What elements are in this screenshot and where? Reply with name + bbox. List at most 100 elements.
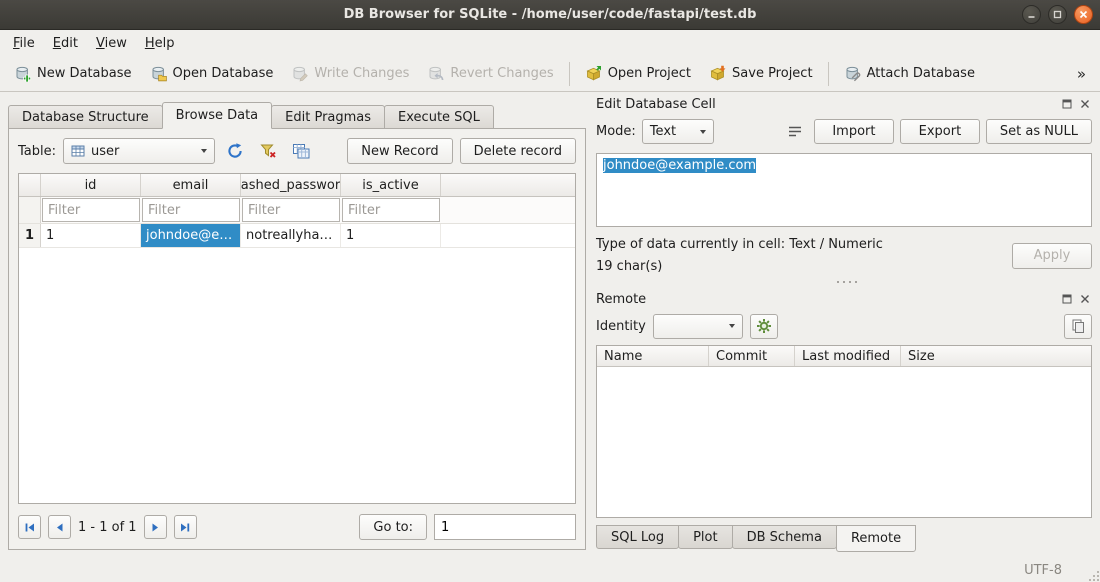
- table-selector[interactable]: user: [63, 138, 215, 164]
- cell-hashed-password[interactable]: notreallyha…: [241, 224, 341, 247]
- identity-row: Identity: [596, 311, 1092, 341]
- column-header-email[interactable]: email: [141, 174, 241, 196]
- text-lines-icon: [787, 124, 803, 140]
- dock-splitter[interactable]: [596, 274, 1092, 289]
- filter-input-hashed-password[interactable]: [242, 198, 340, 222]
- cell-is-active[interactable]: 1: [341, 224, 441, 247]
- clear-filters-button[interactable]: [255, 139, 281, 163]
- cell-editor[interactable]: johndoe@example.com: [596, 153, 1092, 227]
- menu-view-accel: V: [96, 36, 105, 51]
- edit-cell-close-button[interactable]: [1078, 97, 1092, 111]
- documents-icon: [1070, 318, 1086, 334]
- mode-label: Mode:: [596, 124, 636, 139]
- filter-input-email[interactable]: [142, 198, 240, 222]
- column-header-id[interactable]: id: [41, 174, 141, 196]
- grid-corner[interactable]: [19, 174, 41, 196]
- edit-cell-dock-title: Edit Database Cell: [596, 94, 1092, 114]
- cell-id[interactable]: 1: [41, 224, 141, 247]
- remote-close-button[interactable]: [1078, 292, 1092, 306]
- first-record-button[interactable]: [18, 515, 41, 539]
- identity-selector[interactable]: [653, 314, 743, 339]
- refresh-icon: [226, 142, 244, 160]
- table-grid-icon: [292, 142, 310, 160]
- window-controls: [1022, 5, 1093, 24]
- grid-header-filler: [441, 174, 575, 196]
- remote-clone-button[interactable]: [1064, 314, 1092, 339]
- previous-record-button[interactable]: [48, 515, 71, 539]
- close-button[interactable]: [1074, 5, 1093, 24]
- tab-db-schema[interactable]: DB Schema: [732, 525, 837, 549]
- float-icon: [1062, 99, 1072, 109]
- tab-edit-pragmas[interactable]: Edit Pragmas: [271, 105, 385, 129]
- menu-edit[interactable]: Edit: [44, 32, 87, 55]
- tab-browse-data[interactable]: Browse Data: [162, 102, 273, 129]
- mode-selector[interactable]: Text: [642, 119, 714, 144]
- menu-edit-accel: E: [53, 36, 61, 51]
- close-icon: [1079, 10, 1088, 19]
- remote-column-last-modified[interactable]: Last modified: [795, 346, 901, 366]
- last-record-button[interactable]: [174, 515, 197, 539]
- previous-record-icon: [53, 521, 66, 534]
- attach-database-button[interactable]: Attach Database: [836, 61, 983, 86]
- tab-plot[interactable]: Plot: [678, 525, 733, 549]
- word-wrap-button[interactable]: [782, 120, 808, 144]
- identity-settings-button[interactable]: [750, 314, 778, 339]
- column-header-is-active[interactable]: is_active: [341, 174, 441, 196]
- save-project-button[interactable]: Save Project: [701, 61, 821, 86]
- record-position-label: 1 - 1 of 1: [78, 520, 137, 535]
- save-view-button[interactable]: [288, 139, 314, 163]
- export-button[interactable]: Export: [900, 119, 980, 144]
- revert-changes-button: Revert Changes: [419, 61, 561, 86]
- close-icon: [1080, 99, 1090, 109]
- maximize-icon: [1053, 10, 1062, 19]
- row-header[interactable]: 1: [19, 224, 41, 247]
- remote-column-name[interactable]: Name: [597, 346, 709, 366]
- remote-float-button[interactable]: [1060, 292, 1074, 306]
- remote-title: Remote: [596, 292, 646, 307]
- minimize-button[interactable]: [1022, 5, 1041, 24]
- apply-button: Apply: [1012, 243, 1092, 269]
- tab-remote[interactable]: Remote: [836, 525, 916, 552]
- delete-record-button[interactable]: Delete record: [460, 138, 576, 164]
- tab-sql-log[interactable]: SQL Log: [596, 525, 679, 549]
- new-database-button[interactable]: New Database: [6, 61, 140, 86]
- import-button[interactable]: Import: [814, 119, 894, 144]
- refresh-button[interactable]: [222, 139, 248, 163]
- remote-column-commit[interactable]: Commit: [709, 346, 795, 366]
- chevron-down-icon: [729, 324, 735, 328]
- remote-table-body[interactable]: [597, 367, 1091, 517]
- filter-input-id[interactable]: [42, 198, 140, 222]
- toolbar-overflow-button[interactable]: »: [1069, 65, 1094, 83]
- remote-table: Name Commit Last modified Size: [596, 345, 1092, 518]
- new-record-button[interactable]: New Record: [347, 138, 452, 164]
- resize-grip[interactable]: [1093, 575, 1095, 577]
- open-project-button[interactable]: Open Project: [577, 61, 699, 86]
- remote-dock-title: Remote: [596, 289, 1092, 309]
- remote-column-size[interactable]: Size: [901, 346, 1091, 366]
- save-project-label: Save Project: [732, 66, 813, 81]
- toolbar-separator: [828, 62, 829, 86]
- menu-file[interactable]: File: [4, 32, 44, 55]
- goto-input[interactable]: [434, 514, 576, 540]
- tab-execute-sql[interactable]: Execute SQL: [384, 105, 494, 129]
- attach-database-icon: [844, 65, 861, 82]
- close-icon: [1080, 294, 1090, 304]
- edit-cell-float-button[interactable]: [1060, 97, 1074, 111]
- grid-empty-area[interactable]: [19, 248, 575, 503]
- cell-email-selected[interactable]: johndoe@e…: [141, 224, 241, 247]
- float-icon: [1062, 294, 1072, 304]
- write-changes-icon: [291, 65, 308, 82]
- set-as-null-button[interactable]: Set as NULL: [986, 119, 1092, 144]
- bottom-tabbar: SQL Log Plot DB Schema Remote: [596, 525, 1092, 552]
- open-database-label: Open Database: [173, 66, 274, 81]
- open-database-button[interactable]: Open Database: [142, 61, 282, 86]
- menu-view[interactable]: View: [87, 32, 136, 55]
- next-record-button[interactable]: [144, 515, 167, 539]
- filter-input-is-active[interactable]: [342, 198, 440, 222]
- menu-help[interactable]: Help: [136, 32, 184, 55]
- goto-button[interactable]: Go to:: [359, 514, 427, 540]
- goto-group: Go to:: [359, 514, 576, 540]
- column-header-hashed-password[interactable]: ashed_passwor: [241, 174, 341, 196]
- tab-database-structure[interactable]: Database Structure: [8, 105, 163, 129]
- maximize-button[interactable]: [1048, 5, 1067, 24]
